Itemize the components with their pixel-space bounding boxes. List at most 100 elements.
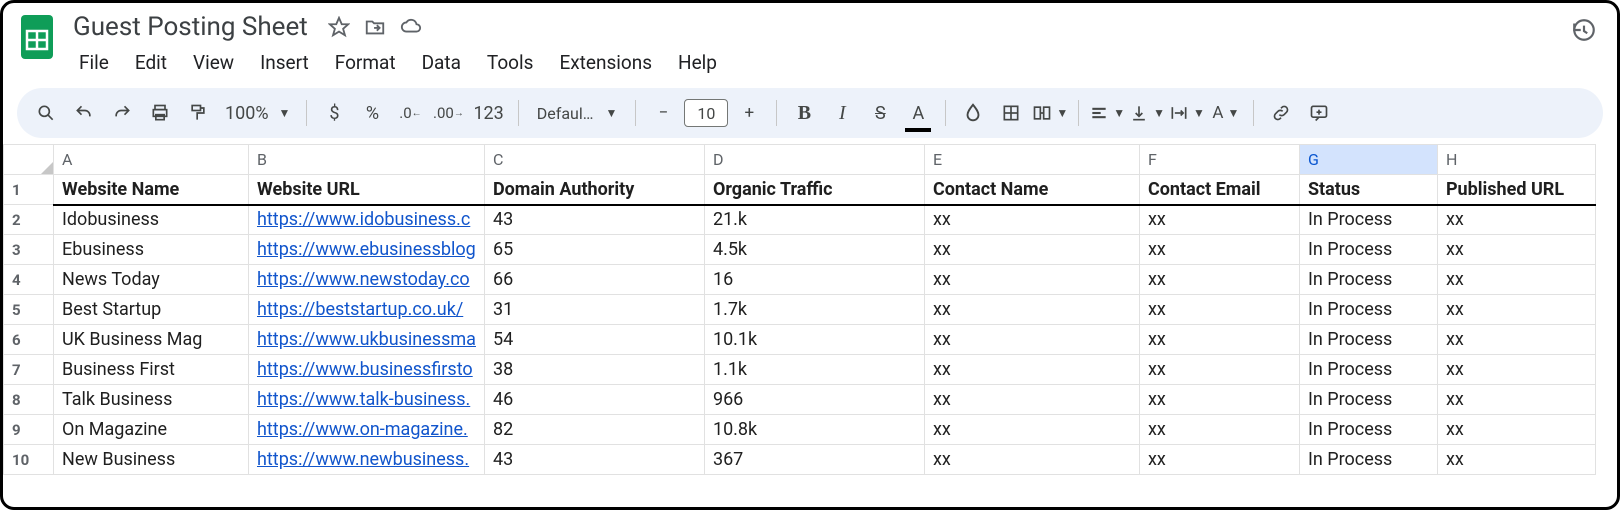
column-header-D[interactable]: D [704,145,924,175]
cell[interactable]: 31 [484,295,704,325]
cell[interactable]: 10.8k [704,415,924,445]
column-header-H[interactable]: H [1437,145,1595,175]
column-header-F[interactable]: F [1139,145,1299,175]
menu-edit[interactable]: Edit [123,47,179,78]
horizontal-align-button[interactable]: ▼ [1089,96,1125,130]
cell[interactable]: In Process [1299,295,1437,325]
menu-extensions[interactable]: Extensions [547,47,664,78]
cell[interactable]: xx [924,355,1139,385]
cell[interactable]: In Process [1299,415,1437,445]
row-header-4[interactable]: 4 [4,265,54,295]
cell[interactable]: https://www.businessfirsto [249,355,485,385]
currency-button[interactable]: $ [317,96,351,130]
cell[interactable]: Talk Business [54,385,249,415]
column-header-A[interactable]: A [54,145,249,175]
cell[interactable]: xx [924,445,1139,475]
sheets-logo[interactable] [17,11,57,63]
cell[interactable]: 367 [704,445,924,475]
text-color-button[interactable]: A [901,96,935,130]
cloud-status-icon[interactable] [400,16,422,38]
cell[interactable]: 4.5k [704,235,924,265]
menu-insert[interactable]: Insert [248,47,321,78]
format-123-button[interactable]: 123 [469,96,507,130]
row-header-6[interactable]: 6 [4,325,54,355]
text-rotation-button[interactable]: A▼ [1209,96,1243,130]
font-family-dropdown[interactable]: Defaul…▼ [529,104,626,123]
row-header-1[interactable]: 1 [4,175,54,205]
cell[interactable]: 46 [484,385,704,415]
cell[interactable]: In Process [1299,385,1437,415]
cell[interactable]: Idobusiness [54,205,249,235]
borders-button[interactable] [994,96,1028,130]
header-cell[interactable]: Domain Authority [484,175,704,205]
cell[interactable]: xx [1139,235,1299,265]
cell[interactable]: On Magazine [54,415,249,445]
zoom-dropdown[interactable]: 100%▼ [219,103,296,124]
cell[interactable]: xx [1139,205,1299,235]
bold-button[interactable]: B [787,96,821,130]
column-header-B[interactable]: B [249,145,485,175]
cell[interactable]: https://www.ebusinessblog [249,235,485,265]
header-cell[interactable]: Contact Email [1139,175,1299,205]
cell[interactable]: 43 [484,445,704,475]
cell[interactable]: New Business [54,445,249,475]
cell[interactable]: xx [1437,205,1595,235]
cell[interactable]: https://www.talk-business. [249,385,485,415]
cell[interactable]: xx [1139,295,1299,325]
cell[interactable]: xx [1139,385,1299,415]
cell[interactable]: 65 [484,235,704,265]
strikethrough-button[interactable]: S [863,96,897,130]
header-cell[interactable]: Organic Traffic [704,175,924,205]
insert-comment-button[interactable] [1302,96,1336,130]
cell[interactable]: News Today [54,265,249,295]
cell[interactable]: xx [924,235,1139,265]
star-icon[interactable] [328,16,350,38]
insert-link-button[interactable] [1264,96,1298,130]
header-cell[interactable]: Contact Name [924,175,1139,205]
percent-button[interactable]: % [355,96,389,130]
menu-data[interactable]: Data [410,47,473,78]
cell[interactable]: 54 [484,325,704,355]
cell[interactable]: xx [924,265,1139,295]
cell[interactable]: 66 [484,265,704,295]
menu-view[interactable]: View [181,47,246,78]
print-icon[interactable] [143,96,177,130]
row-header-8[interactable]: 8 [4,385,54,415]
cell[interactable]: xx [1437,355,1595,385]
menu-file[interactable]: File [67,47,121,78]
text-wrap-button[interactable]: ▼ [1169,96,1205,130]
paint-format-icon[interactable] [181,96,215,130]
cell[interactable]: xx [1437,265,1595,295]
doc-title[interactable]: Guest Posting Sheet [67,10,314,44]
column-header-G[interactable]: G [1299,145,1437,175]
cell[interactable]: Best Startup [54,295,249,325]
cell[interactable]: In Process [1299,205,1437,235]
cell[interactable]: UK Business Mag [54,325,249,355]
cell[interactable]: xx [924,385,1139,415]
spreadsheet-grid[interactable]: ABCDEFGH1Website NameWebsite URLDomain A… [3,144,1617,475]
cell[interactable]: In Process [1299,265,1437,295]
cell[interactable]: xx [924,415,1139,445]
font-size-decrease[interactable]: − [646,96,680,130]
row-header-5[interactable]: 5 [4,295,54,325]
cell[interactable]: https://www.newstoday.co [249,265,485,295]
font-size-increase[interactable]: + [732,96,766,130]
move-folder-icon[interactable] [364,16,386,38]
menu-help[interactable]: Help [666,47,729,78]
select-all-corner[interactable] [4,145,54,175]
header-cell[interactable]: Website URL [249,175,485,205]
cell[interactable]: xx [1437,415,1595,445]
cell[interactable]: xx [1437,235,1595,265]
cell[interactable]: xx [1139,415,1299,445]
menu-format[interactable]: Format [323,47,408,78]
cell[interactable]: xx [1437,445,1595,475]
cell[interactable]: 966 [704,385,924,415]
cell[interactable]: 82 [484,415,704,445]
cell[interactable]: https://www.ukbusinessma [249,325,485,355]
decrease-decimal-button[interactable]: .0← [393,96,427,130]
menu-tools[interactable]: Tools [475,47,546,78]
cell[interactable]: https://beststartup.co.uk/ [249,295,485,325]
row-header-2[interactable]: 2 [4,205,54,235]
row-header-9[interactable]: 9 [4,415,54,445]
cell[interactable]: xx [1139,265,1299,295]
